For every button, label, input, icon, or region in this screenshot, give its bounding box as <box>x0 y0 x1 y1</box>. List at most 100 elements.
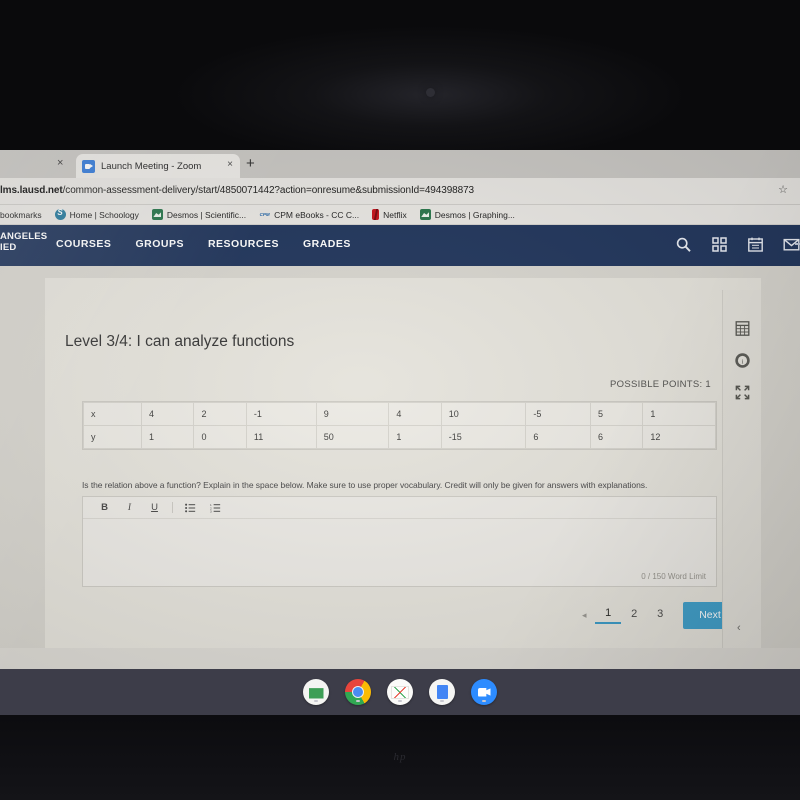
classroom-icon[interactable] <box>303 679 329 705</box>
chrome-icon[interactable] <box>345 679 371 705</box>
table-row: y 1 0 11 50 1 -15 6 6 12 <box>83 425 716 449</box>
shelf-running-dot <box>440 700 444 702</box>
bookmark-item[interactable]: Netflix <box>372 209 407 220</box>
page-button-3[interactable]: 3 <box>647 608 673 623</box>
bookmark-item[interactable]: Home | Schoology <box>54 208 139 220</box>
table-cell: 11 <box>245 425 317 449</box>
table-cell: 2 <box>193 402 247 426</box>
shelf-running-dot <box>314 700 318 702</box>
table-cell: 1 <box>642 402 716 426</box>
apps-grid-icon[interactable] <box>711 236 728 253</box>
info-icon[interactable]: i <box>734 352 751 369</box>
assessment-card: Level 3/4: I can analyze functions 1 of … <box>45 278 761 648</box>
url-host: lms.lausd.net <box>0 185 63 196</box>
table-cell: 0 <box>193 425 247 449</box>
toolbar-divider <box>172 502 173 513</box>
table-row-header: x <box>83 402 142 426</box>
desmos-icon <box>151 209 163 220</box>
bookmark-label: Home | Schoology <box>69 209 139 220</box>
bookmark-label: Desmos | Graphing... <box>434 209 515 220</box>
bookmark-item[interactable]: CPM eBooks - CC C... <box>259 209 359 220</box>
table-cell: 12 <box>642 425 716 449</box>
bookmarks-bar: bookmarks Home | Schoology Desmos | Scie… <box>0 205 800 225</box>
table-cell: 4 <box>388 402 442 426</box>
nav-item-courses[interactable]: COURSES <box>56 238 111 250</box>
nav-item-groups[interactable]: GROUPS <box>135 238 184 250</box>
url-path: /common-assessment-delivery/start/485007… <box>62 185 475 196</box>
laptop-base: hp <box>0 715 800 800</box>
zoom-icon <box>82 159 95 173</box>
close-icon[interactable]: × <box>57 158 63 169</box>
bold-button[interactable]: B <box>92 502 117 513</box>
calculator-icon[interactable] <box>734 320 751 337</box>
bookmark-star-icon[interactable]: ☆ <box>778 185 788 196</box>
browser-omnibox[interactable]: lms.lausd.net/common-assessment-delivery… <box>0 178 800 205</box>
gmail-icon[interactable] <box>387 679 413 705</box>
table-row-header: y <box>83 425 142 449</box>
netflix-icon <box>372 209 380 220</box>
site-logo[interactable]: ANGELES IED <box>0 231 47 253</box>
prev-page-button[interactable]: ◂ <box>573 610 595 621</box>
svg-text:3: 3 <box>210 509 212 512</box>
docs-icon[interactable] <box>429 679 455 705</box>
bulleted-list-button[interactable] <box>178 503 203 513</box>
bookmark-label: Desmos | Scientific... <box>166 209 247 220</box>
word-limit-counter: 0 / 150 Word Limit <box>641 572 706 581</box>
question-prompt: Is the relation above a function? Explai… <box>82 480 648 490</box>
calendar-icon[interactable] <box>747 236 764 253</box>
underline-button[interactable]: U <box>142 502 167 513</box>
site-logo-line1: ANGELES <box>0 231 48 242</box>
search-icon[interactable] <box>675 236 692 253</box>
desmos-icon <box>419 209 431 220</box>
navbar-links: COURSES GROUPS RESOURCES GRADES <box>56 238 351 250</box>
zoom-icon[interactable] <box>471 679 497 705</box>
table-cell: 6 <box>589 425 644 449</box>
cpm-icon <box>259 209 271 220</box>
page-button-2[interactable]: 2 <box>621 608 647 623</box>
table-cell: 1 <box>388 425 442 449</box>
browser-tabstrip: × Launch Meeting - Zoom × + <box>0 150 800 178</box>
bookmark-item[interactable]: Desmos | Graphing... <box>419 209 515 220</box>
pagination: ◂ 1 2 3 Next ▸ <box>573 602 745 629</box>
laptop-screen: × Launch Meeting - Zoom × + lms.lausd.ne… <box>0 150 800 669</box>
table-cell: 4 <box>140 402 195 426</box>
fullscreen-icon[interactable] <box>734 384 751 401</box>
device-brand-logo: hp <box>393 751 407 763</box>
bookmarks-label: bookmarks <box>0 209 42 220</box>
laptop-photo: × Launch Meeting - Zoom × + lms.lausd.ne… <box>0 0 800 800</box>
numbered-list-button[interactable]: 1 2 3 <box>203 503 228 513</box>
page-title: Level 3/4: I can analyze functions <box>65 333 295 350</box>
nav-item-resources[interactable]: RESOURCES <box>208 238 279 250</box>
table-cell: 6 <box>525 425 591 449</box>
bookmark-item[interactable]: Desmos | Scientific... <box>151 209 247 220</box>
page-body: Level 3/4: I can analyze functions 1 of … <box>0 266 800 648</box>
new-tab-button[interactable]: + <box>246 156 255 171</box>
table-cell: 10 <box>440 402 527 426</box>
italic-button[interactable]: I <box>117 503 142 513</box>
close-icon[interactable]: × <box>227 160 233 170</box>
navbar-overflow-icon[interactable] <box>795 243 800 245</box>
site-logo-line2: IED <box>0 242 17 253</box>
table-cell: -15 <box>440 425 527 449</box>
answer-editor[interactable]: B I U 1 2 3 0 / 150 Word Limit <box>82 496 717 587</box>
table-cell: 9 <box>315 402 390 426</box>
table-cell: -1 <box>245 402 317 426</box>
page-button-1[interactable]: 1 <box>595 607 622 624</box>
browser-tab[interactable]: Launch Meeting - Zoom × <box>76 154 240 178</box>
relation-table: x 4 2 -1 9 4 10 -5 5 1 y 1 0 11 50 1 -15… <box>82 401 717 450</box>
nav-item-grades[interactable]: GRADES <box>303 238 351 250</box>
shelf-running-dot <box>356 700 360 702</box>
table-cell: 5 <box>589 402 644 426</box>
screen-bezel <box>0 0 800 150</box>
bookmark-label: CPM eBooks - CC C... <box>274 209 360 220</box>
bookmark-label: Netflix <box>383 209 407 220</box>
possible-points: POSSIBLE POINTS: 1 <box>610 379 711 390</box>
table-cell: 50 <box>315 425 390 449</box>
shelf-running-dot <box>398 700 402 702</box>
table-row: x 4 2 -1 9 4 10 -5 5 1 <box>83 402 716 426</box>
url-input[interactable]: lms.lausd.net/common-assessment-delivery… <box>0 185 474 196</box>
site-navbar: ANGELES IED COURSES GROUPS RESOURCES GRA… <box>0 225 800 266</box>
editor-toolbar: B I U 1 2 3 <box>83 497 716 519</box>
collapse-rail-button[interactable]: ‹ <box>737 622 741 634</box>
webcam-icon <box>426 88 435 97</box>
